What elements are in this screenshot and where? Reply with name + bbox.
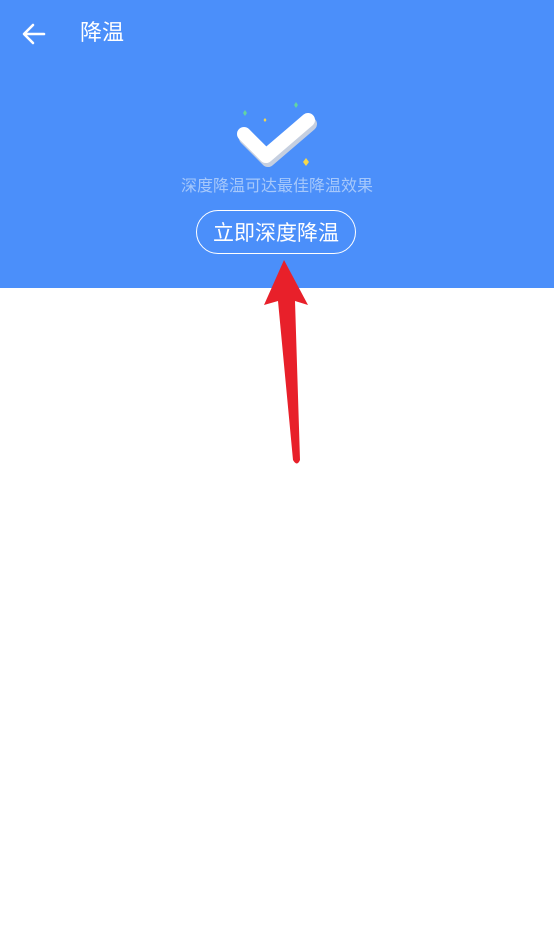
arrow-left-icon	[22, 23, 46, 45]
status-message: 深度降温可达最佳降温效果	[180, 176, 373, 195]
deep-cooling-button[interactable]: 立即深度降温	[196, 210, 356, 254]
red-arrow-icon	[264, 260, 308, 464]
page-title: 降温	[80, 21, 125, 46]
sparkle-green-top	[294, 102, 298, 108]
header-panel: 降温 深度降温可达最佳降温效果 立即深度降温	[0, 0, 554, 288]
cooling-page: 降温 深度降温可达最佳降温效果 立即深度降温	[0, 0, 554, 938]
checkmark-icon	[237, 102, 317, 167]
sparkle-yellow-small	[263, 118, 267, 122]
sparkle-green	[243, 110, 247, 116]
sparkle-yellow	[303, 158, 309, 166]
back-button[interactable]	[14, 16, 54, 52]
